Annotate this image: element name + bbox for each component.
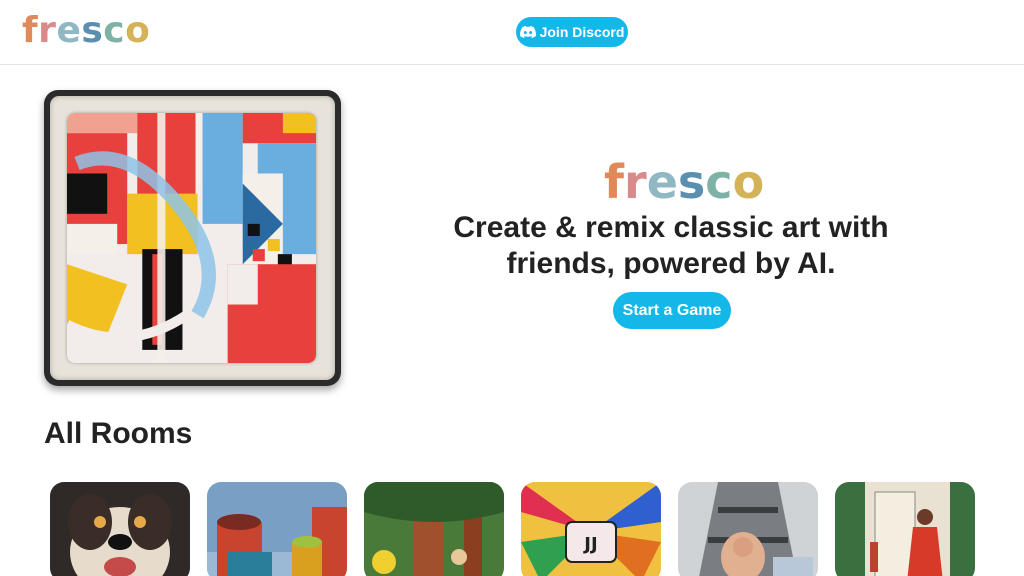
room-card-eiffel-tower-wrestler[interactable] — [678, 482, 818, 576]
room-card-cylinders[interactable] — [207, 482, 347, 576]
logo-letter: r — [38, 10, 57, 51]
start-game-button[interactable]: Start a Game — [613, 292, 731, 329]
room-card-psychedelic-jj[interactable]: JJ — [521, 482, 661, 576]
logo-letter: s — [677, 155, 706, 209]
join-discord-button[interactable]: Join Discord — [516, 17, 628, 47]
discord-icon — [519, 26, 536, 38]
hero-fresco-logo: fresco — [604, 155, 764, 209]
logo-letter: s — [81, 10, 104, 51]
logo-letter: o — [125, 10, 151, 51]
abstract-painting-image — [67, 113, 316, 363]
all-rooms-heading: All Rooms — [44, 417, 193, 450]
logo-letter: f — [604, 155, 625, 209]
hero-tagline: Create & remix classic art with friends,… — [453, 211, 889, 280]
logo-letter: c — [103, 10, 126, 51]
fresco-logo[interactable]: fresco — [22, 10, 150, 51]
artwork-mat — [50, 96, 335, 380]
logo-letter: r — [624, 155, 647, 209]
top-header: fresco Join Discord — [0, 0, 1024, 65]
room-card-garden-woman[interactable] — [835, 482, 975, 576]
rooms-grid: JJ — [50, 482, 980, 576]
logo-letter: o — [732, 155, 765, 209]
logo-letter: f — [22, 10, 39, 51]
logo-letter: e — [56, 10, 82, 51]
room-card-dog-portrait[interactable] — [50, 482, 190, 576]
framed-artwork — [44, 90, 341, 386]
logo-letter: c — [705, 155, 733, 209]
svg-text:JJ: JJ — [582, 534, 597, 555]
logo-letter: e — [646, 155, 678, 209]
join-discord-label: Join Discord — [539, 24, 625, 40]
room-card-forest-creatures[interactable] — [364, 482, 504, 576]
